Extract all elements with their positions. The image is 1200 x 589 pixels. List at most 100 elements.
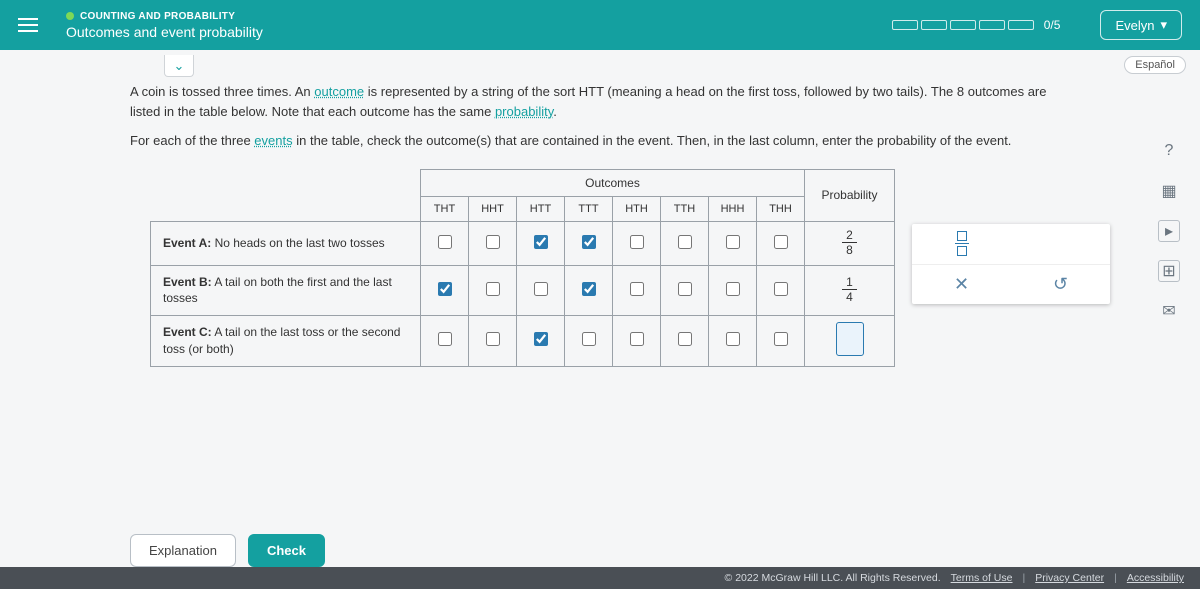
outcome-cell bbox=[421, 221, 469, 265]
outcome-cell bbox=[469, 265, 517, 316]
menu-icon[interactable] bbox=[18, 14, 38, 36]
outcome-col-HHH: HHH bbox=[709, 196, 757, 221]
outcome-checkbox[interactable] bbox=[678, 235, 692, 249]
outcome-checkbox[interactable] bbox=[486, 235, 500, 249]
event-label: Event B: A tail on both the first and th… bbox=[151, 265, 421, 316]
event-label: Event A: No heads on the last two tosses bbox=[151, 221, 421, 265]
outcome-checkbox[interactable] bbox=[774, 282, 788, 296]
outcome-checkbox[interactable] bbox=[582, 332, 596, 346]
table-row: Event C: A tail on the last toss or the … bbox=[151, 316, 895, 367]
outcome-checkbox[interactable] bbox=[534, 282, 548, 296]
outcome-cell bbox=[565, 265, 613, 316]
check-button[interactable]: Check bbox=[248, 534, 325, 567]
status-dot-icon bbox=[66, 12, 74, 20]
outcome-checkbox[interactable] bbox=[438, 235, 452, 249]
play-icon: ▸ bbox=[1165, 221, 1173, 241]
help-button[interactable]: ? bbox=[1158, 140, 1180, 162]
outcome-col-THT: THT bbox=[421, 196, 469, 221]
outcome-cell bbox=[469, 316, 517, 367]
chevron-down-icon: ⌄ bbox=[174, 58, 185, 74]
outcome-checkbox[interactable] bbox=[630, 332, 644, 346]
outcome-col-THH: THH bbox=[757, 196, 805, 221]
probability-input[interactable] bbox=[836, 322, 864, 356]
lesson-title: Outcomes and event probability bbox=[66, 24, 263, 40]
outcome-checkbox[interactable] bbox=[534, 235, 548, 249]
outcome-checkbox[interactable] bbox=[726, 332, 740, 346]
clear-tool[interactable]: ✕ bbox=[912, 265, 1011, 305]
outcome-col-HHT: HHT bbox=[469, 196, 517, 221]
probability-cell bbox=[805, 316, 895, 367]
feedback-button[interactable]: ✉ bbox=[1158, 300, 1180, 322]
outcome-checkbox[interactable] bbox=[774, 332, 788, 346]
outcome-checkbox[interactable] bbox=[486, 282, 500, 296]
table-row: Event A: No heads on the last two tosses… bbox=[151, 221, 895, 265]
outcome-cell bbox=[421, 265, 469, 316]
outcome-checkbox[interactable] bbox=[774, 235, 788, 249]
outcome-cell bbox=[709, 265, 757, 316]
outcome-checkbox[interactable] bbox=[630, 235, 644, 249]
probability-fraction: 14 bbox=[842, 276, 857, 303]
outcome-cell bbox=[613, 221, 661, 265]
probability-cell: 28 bbox=[805, 221, 895, 265]
outcome-cell bbox=[613, 265, 661, 316]
mail-icon: ✉ bbox=[1162, 301, 1175, 321]
outcome-checkbox[interactable] bbox=[438, 282, 452, 296]
outcome-checkbox[interactable] bbox=[582, 235, 596, 249]
outcome-checkbox[interactable] bbox=[438, 332, 452, 346]
user-menu[interactable]: Evelyn ▾ bbox=[1100, 10, 1182, 40]
outcome-cell bbox=[661, 265, 709, 316]
outcome-checkbox[interactable] bbox=[486, 332, 500, 346]
outcome-checkbox[interactable] bbox=[726, 235, 740, 249]
fraction-tool[interactable] bbox=[912, 224, 1011, 264]
outcome-col-TTT: TTT bbox=[565, 196, 613, 221]
outcome-cell bbox=[661, 221, 709, 265]
outcome-checkbox[interactable] bbox=[582, 282, 596, 296]
outcome-col-HTT: HTT bbox=[517, 196, 565, 221]
language-toggle[interactable]: Español bbox=[1124, 56, 1186, 74]
outcome-col-TTH: TTH bbox=[661, 196, 709, 221]
outcome-checkbox[interactable] bbox=[534, 332, 548, 346]
outcome-checkbox[interactable] bbox=[630, 282, 644, 296]
copyright-text: © 2022 McGraw Hill LLC. All Rights Reser… bbox=[725, 572, 941, 584]
undo-icon: ↺ bbox=[1053, 274, 1068, 295]
outcome-cell bbox=[565, 221, 613, 265]
accessibility-link[interactable]: Accessibility bbox=[1127, 572, 1184, 584]
outcome-checkbox[interactable] bbox=[726, 282, 740, 296]
outcome-cell bbox=[421, 316, 469, 367]
input-palette: ✕ ↺ bbox=[912, 224, 1110, 304]
chapter-label: COUNTING AND PROBABILITY bbox=[80, 11, 235, 22]
side-toolbar: ? ▦ ▸ ⊞ ✉ bbox=[1158, 140, 1180, 322]
footer: © 2022 McGraw Hill LLC. All Rights Reser… bbox=[0, 567, 1200, 589]
terms-link[interactable]: Terms of Use bbox=[951, 572, 1013, 584]
fraction-icon bbox=[955, 231, 969, 256]
help-icon: ? bbox=[1165, 142, 1174, 160]
outcome-cell bbox=[709, 316, 757, 367]
outcome-cell bbox=[757, 316, 805, 367]
outcome-cell bbox=[469, 221, 517, 265]
probability-header: Probability bbox=[805, 169, 895, 221]
undo-tool[interactable]: ↺ bbox=[1011, 265, 1110, 305]
outcome-cell bbox=[517, 316, 565, 367]
grid-button[interactable]: ⊞ bbox=[1158, 260, 1180, 282]
outcome-cell bbox=[661, 316, 709, 367]
calculator-icon: ▦ bbox=[1161, 181, 1176, 201]
probability-fraction: 28 bbox=[842, 229, 857, 256]
outcome-cell bbox=[613, 316, 661, 367]
outcome-col-HTH: HTH bbox=[613, 196, 661, 221]
outcome-checkbox[interactable] bbox=[678, 332, 692, 346]
glossary-link-probability[interactable]: probability bbox=[495, 104, 553, 119]
progress-indicator bbox=[892, 20, 1034, 30]
glossary-link-outcome[interactable]: outcome bbox=[314, 84, 364, 99]
outcome-cell bbox=[757, 265, 805, 316]
table-row: Event B: A tail on both the first and th… bbox=[151, 265, 895, 316]
privacy-link[interactable]: Privacy Center bbox=[1035, 572, 1104, 584]
glossary-link-events[interactable]: events bbox=[254, 133, 292, 148]
calculator-button[interactable]: ▦ bbox=[1158, 180, 1180, 202]
outcome-checkbox[interactable] bbox=[678, 282, 692, 296]
probability-cell: 14 bbox=[805, 265, 895, 316]
play-button[interactable]: ▸ bbox=[1158, 220, 1180, 242]
explanation-button[interactable]: Explanation bbox=[130, 534, 236, 567]
cross-icon: ✕ bbox=[954, 274, 969, 295]
user-name: Evelyn bbox=[1115, 18, 1154, 33]
app-header: COUNTING AND PROBABILITY Outcomes and ev… bbox=[0, 0, 1200, 50]
